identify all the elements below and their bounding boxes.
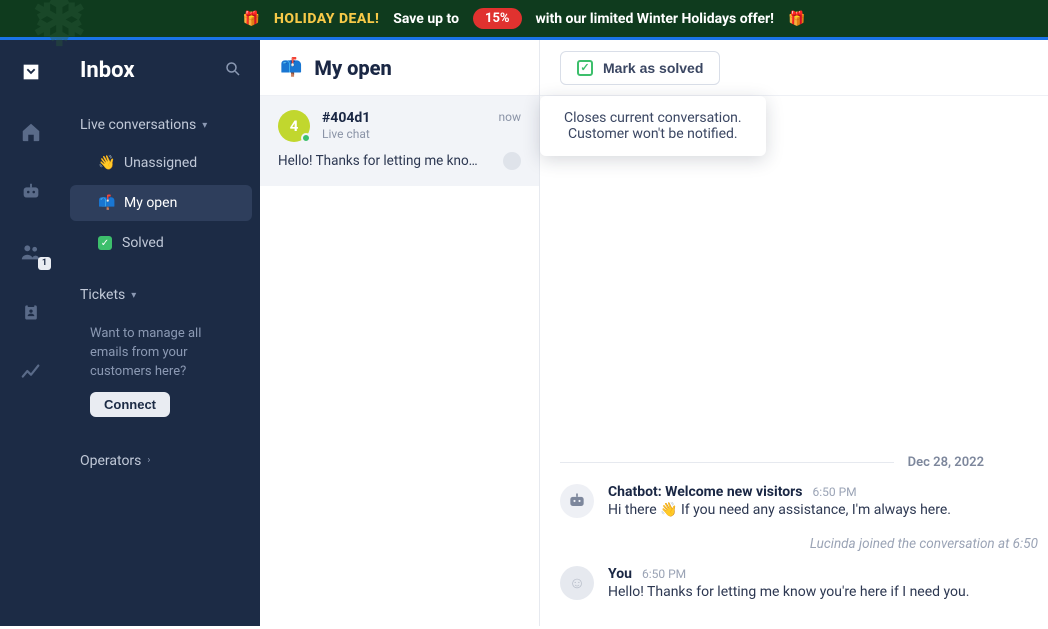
nav-rail: 1 bbox=[0, 40, 62, 626]
mark-solved-tooltip: Closes current conversation. Customer wo… bbox=[540, 96, 766, 156]
mailbox-icon: 📫 bbox=[280, 57, 302, 78]
home-rail-icon[interactable] bbox=[19, 120, 43, 144]
conversation-item[interactable]: 4 #404d1 Live chat now Hello! Thanks for… bbox=[260, 96, 539, 186]
banner-deal: HOLIDAY DEAL! bbox=[274, 11, 379, 27]
banner-save: Save up to bbox=[393, 11, 459, 27]
sidebar: Inbox Live conversations ▾ 👋 Unassigned … bbox=[62, 40, 260, 626]
holiday-banner: ❄ 🎁 HOLIDAY DEAL! Save up to 15% with ou… bbox=[0, 0, 1048, 40]
chevron-down-icon: ▾ bbox=[131, 290, 136, 301]
bot-rail-icon[interactable] bbox=[19, 180, 43, 204]
chevron-down-icon: ▾ bbox=[202, 120, 207, 131]
gift-icon: 🎁 bbox=[243, 11, 260, 27]
date-label: Dec 28, 2022 bbox=[908, 455, 984, 470]
nav-unassigned[interactable]: 👋 Unassigned bbox=[70, 145, 252, 181]
conversation-time: now bbox=[499, 110, 522, 124]
nav-item-label: Unassigned bbox=[124, 155, 197, 171]
section-tickets[interactable]: Tickets ▾ bbox=[62, 277, 260, 313]
section-live-conversations[interactable]: Live conversations ▾ bbox=[62, 107, 260, 143]
online-dot bbox=[301, 133, 311, 143]
snowflake-icon: ❄ bbox=[30, 0, 89, 63]
section-operators[interactable]: Operators › bbox=[62, 443, 260, 479]
mark-as-solved-button[interactable]: ✓ Mark as solved bbox=[560, 51, 720, 85]
inbox-rail-icon[interactable] bbox=[19, 60, 43, 84]
tickets-hint: Want to manage all emails from your cust… bbox=[90, 325, 240, 382]
message-time: 6:50 PM bbox=[642, 567, 686, 581]
chat-pane: ✓ Mark as solved Closes current conversa… bbox=[540, 40, 1048, 626]
message-text: Hello! Thanks for letting me know you're… bbox=[608, 584, 1038, 600]
conversation-list: 📫 My open 4 #404d1 Live chat now Hello! … bbox=[260, 40, 540, 626]
list-title: My open bbox=[314, 56, 391, 80]
mailbox-icon: 📫 bbox=[98, 195, 114, 211]
chevron-right-icon: › bbox=[147, 455, 150, 466]
nav-my-open[interactable]: 📫 My open bbox=[70, 185, 252, 221]
visitors-badge: 1 bbox=[38, 257, 51, 270]
nav-item-label: Solved bbox=[122, 235, 164, 251]
contacts-rail-icon[interactable] bbox=[19, 300, 43, 324]
mark-solved-label: Mark as solved bbox=[603, 60, 703, 76]
analytics-rail-icon[interactable] bbox=[19, 360, 43, 384]
tickets-hint-box: Want to manage all emails from your cust… bbox=[62, 313, 260, 429]
message-text: Hi there 👋 If you need any assistance, I… bbox=[608, 502, 1038, 518]
join-note: Lucinda joined the conversation at 6:50 bbox=[560, 536, 1038, 552]
gift-icon: 🎁 bbox=[788, 11, 805, 27]
nav-solved[interactable]: ✓ Solved bbox=[70, 225, 252, 261]
avatar-initial: 4 bbox=[290, 117, 299, 135]
date-separator: Dec 28, 2022 bbox=[560, 455, 1038, 470]
user-avatar: ☺ bbox=[560, 566, 594, 600]
section-label: Live conversations bbox=[80, 117, 196, 133]
section-label: Operators bbox=[80, 453, 141, 469]
message-author: You bbox=[608, 566, 632, 582]
connect-button[interactable]: Connect bbox=[90, 392, 170, 417]
search-icon[interactable] bbox=[224, 60, 242, 82]
conversation-channel: Live chat bbox=[322, 127, 487, 141]
bot-avatar bbox=[560, 484, 594, 518]
conversation-preview: Hello! Thanks for letting me kno… bbox=[278, 153, 478, 169]
message-time: 6:50 PM bbox=[812, 485, 856, 499]
tiny-avatar bbox=[503, 152, 521, 170]
check-icon: ✓ bbox=[98, 236, 112, 250]
banner-rest: with our limited Winter Holidays offer! bbox=[536, 11, 774, 27]
message: Chatbot: Welcome new visitors 6:50 PM Hi… bbox=[560, 484, 1038, 518]
banner-discount: 15% bbox=[473, 8, 522, 29]
check-icon: ✓ bbox=[577, 60, 593, 76]
visitors-rail-icon[interactable]: 1 bbox=[19, 240, 43, 264]
tooltip-line1: Closes current conversation. bbox=[564, 110, 742, 126]
avatar: 4 bbox=[278, 110, 310, 142]
conversation-name: #404d1 bbox=[322, 110, 487, 126]
section-label: Tickets bbox=[80, 287, 125, 303]
message: ☺ You 6:50 PM Hello! Thanks for letting … bbox=[560, 566, 1038, 600]
message-author: Chatbot: Welcome new visitors bbox=[608, 484, 802, 500]
nav-item-label: My open bbox=[124, 195, 177, 211]
wave-icon: 👋 bbox=[98, 155, 114, 171]
tooltip-line2: Customer won't be notified. bbox=[564, 126, 742, 142]
